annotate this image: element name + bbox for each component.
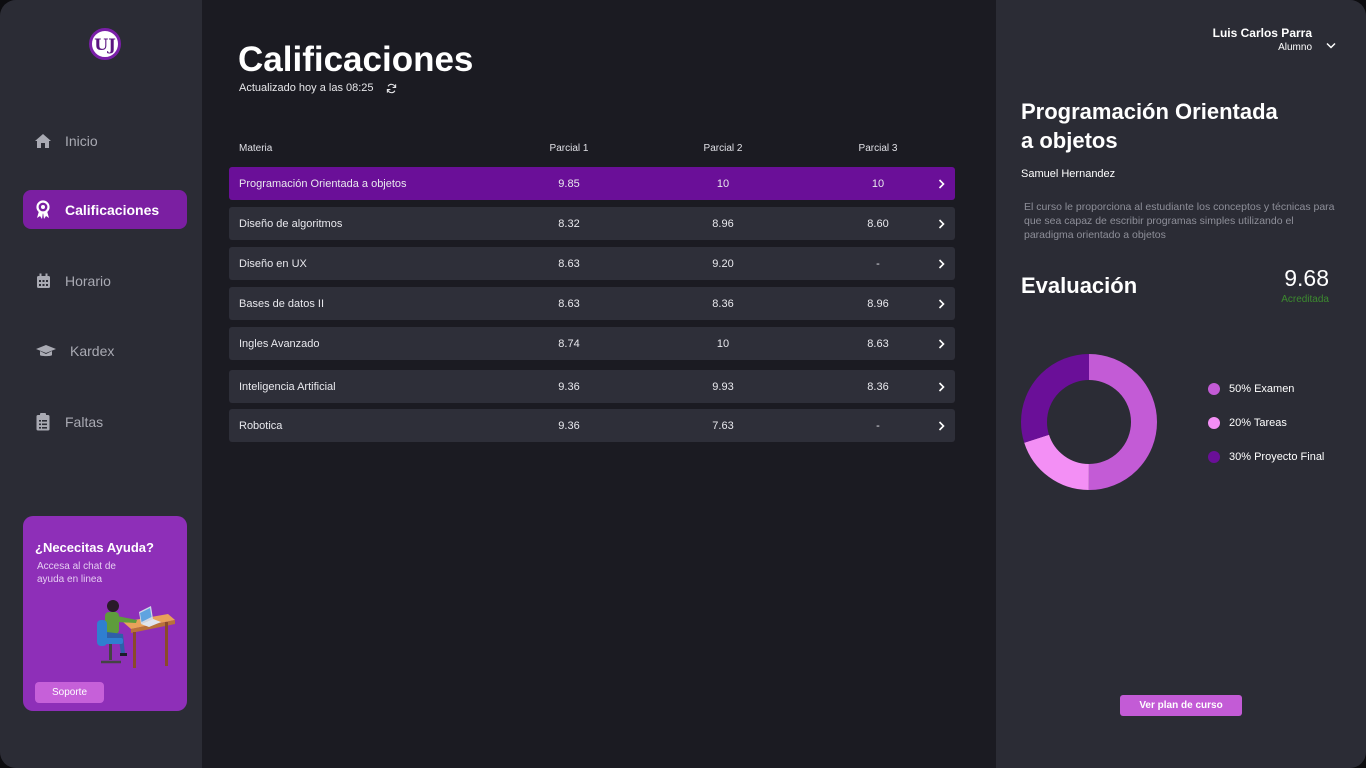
grade-parcial-1: 9.36 — [558, 380, 580, 393]
grade-parcial-2: 9.20 — [712, 257, 734, 270]
teacher-name: Samuel Hernandez — [1021, 168, 1116, 180]
grade-parcial-2: 8.36 — [712, 297, 734, 310]
grade-parcial-3: 8.96 — [867, 297, 889, 310]
subject-name: Inteligencia Artificial — [239, 380, 336, 393]
grade-parcial-3: 8.36 — [867, 380, 889, 393]
chevron-right-icon — [935, 287, 947, 320]
page-title: Calificaciones — [238, 40, 474, 79]
university-logo: UJ — [89, 28, 121, 60]
grade-parcial-1: 8.74 — [558, 337, 580, 350]
nav-label: Kardex — [70, 342, 115, 359]
refresh-icon[interactable] — [386, 83, 397, 94]
column-header: Parcial 2 — [703, 143, 743, 154]
course-title: Programación Orientada a objetos — [1021, 99, 1278, 153]
nav-label: Horario — [65, 272, 111, 289]
legend-label: 30% Proyecto Final — [1229, 451, 1325, 463]
grade-row[interactable]: Robotica 9.36 7.63 - — [229, 409, 955, 442]
grade-parcial-2: 10 — [716, 177, 730, 190]
grade-parcial-1: 8.32 — [558, 217, 580, 230]
grade-row[interactable]: Diseño en UX 8.63 9.20 - — [229, 247, 955, 280]
grade-parcial-2: 9.93 — [712, 380, 734, 393]
course-detail-panel: Luis Carlos Parra Alumno Programación Or… — [996, 0, 1366, 768]
column-header: Parcial 1 — [549, 143, 589, 154]
subject-name: Ingles Avanzado — [239, 337, 320, 350]
legend-item: 30% Proyecto Final — [1208, 451, 1324, 463]
nav-label: Calificaciones — [65, 201, 160, 218]
clipboard-icon — [23, 412, 63, 431]
nav-label: Faltas — [65, 413, 104, 430]
chevron-right-icon — [935, 327, 947, 360]
chevron-right-icon — [935, 409, 947, 442]
final-score: 9.68 — [1284, 265, 1329, 291]
legend-item: 20% Tareas — [1208, 417, 1287, 429]
grade-parcial-1: 8.63 — [558, 297, 580, 310]
evaluation-title: Evaluación — [1021, 273, 1138, 298]
last-updated-text: Actualizado hoy a las 08:25 — [239, 82, 374, 94]
grade-row[interactable]: Diseño de algoritmos 8.32 8.96 8.60 — [229, 207, 955, 240]
user-role: Alumno — [1278, 42, 1312, 53]
subject-name: Diseño de algoritmos — [239, 217, 343, 230]
subject-name: Robotica — [239, 419, 283, 432]
grade-parcial-2: 8.96 — [712, 217, 734, 230]
view-course-plan-button[interactable]: Ver plan de curso — [1120, 695, 1242, 716]
legend-dot — [1208, 383, 1220, 395]
legend-label: 20% Tareas — [1229, 417, 1287, 429]
student-at-desk-illustration — [93, 592, 175, 677]
legend-item: 50% Examen — [1208, 383, 1294, 395]
grade-parcial-3: 8.60 — [867, 217, 889, 230]
grade-parcial-2: 10 — [716, 337, 730, 350]
grade-row[interactable]: Programación Orientada a objetos 9.85 10… — [229, 167, 955, 200]
legend-dot — [1208, 451, 1220, 463]
course-description: El curso le proporciona al estudiante lo… — [1024, 201, 1335, 241]
help-card: ¿Nececitas Ayuda? Accesa al chat de ayud… — [23, 516, 187, 711]
grade-breakdown-donut — [1021, 354, 1157, 490]
chevron-right-icon — [935, 167, 947, 200]
grade-parcial-3: - — [876, 419, 880, 432]
chevron-right-icon — [935, 370, 947, 403]
column-header: Parcial 3 — [858, 143, 898, 154]
calendar-icon — [23, 273, 63, 289]
grade-row[interactable]: Inteligencia Artificial 9.36 9.93 8.36 — [229, 370, 955, 403]
chevron-down-icon[interactable] — [1326, 36, 1336, 54]
main-content: Calificaciones Actualizado hoy a las 08:… — [202, 0, 996, 768]
grade-parcial-2: 7.63 — [712, 419, 734, 432]
last-updated: Actualizado hoy a las 08:25 — [239, 82, 397, 94]
subject-name: Diseño en UX — [239, 257, 307, 270]
status-badge: Acreditada — [1281, 294, 1329, 305]
grade-row[interactable]: Bases de datos II 8.63 8.36 8.96 — [229, 287, 955, 320]
grade-parcial-1: 9.85 — [558, 177, 580, 190]
legend-label: 50% Examen — [1229, 383, 1295, 395]
subject-name: Programación Orientada a objetos — [239, 177, 407, 190]
app-window: UJ Inicio Calificaciones Horario Kardex — [0, 0, 1366, 768]
home-icon — [23, 133, 63, 149]
user-name[interactable]: Luis Carlos Parra — [1213, 26, 1312, 40]
chevron-right-icon — [935, 207, 947, 240]
grades-table-header: Materia Parcial 1 Parcial 2 Parcial 3 — [229, 143, 955, 157]
grade-parcial-3: 8.63 — [867, 337, 889, 350]
support-button[interactable]: Soporte — [35, 682, 104, 703]
grade-row[interactable]: Ingles Avanzado 8.74 10 8.63 — [229, 327, 955, 360]
nav-item-kardex[interactable]: Kardex — [23, 331, 187, 370]
nav-item-horario[interactable]: Horario — [23, 261, 187, 300]
column-header: Materia — [239, 143, 273, 154]
grade-parcial-3: - — [876, 257, 880, 270]
grade-parcial-1: 8.63 — [558, 257, 580, 270]
nav-label: Inicio — [65, 132, 98, 149]
sidebar: UJ Inicio Calificaciones Horario Kardex — [0, 0, 202, 768]
subject-name: Bases de datos II — [239, 297, 324, 310]
grade-parcial-3: 10 — [871, 177, 885, 190]
nav-item-calificaciones[interactable]: Calificaciones — [23, 190, 187, 229]
help-subtitle: Accesa al chat de ayuda en linea — [37, 561, 116, 585]
legend-dot — [1208, 417, 1220, 429]
award-icon — [23, 199, 63, 220]
nav-item-faltas[interactable]: Faltas — [23, 402, 187, 441]
help-title: ¿Nececitas Ayuda? — [35, 540, 154, 555]
chevron-right-icon — [935, 247, 947, 280]
nav-item-inicio[interactable]: Inicio — [23, 121, 187, 160]
grade-parcial-1: 9.36 — [558, 419, 580, 432]
graduation-cap-icon — [23, 344, 68, 358]
